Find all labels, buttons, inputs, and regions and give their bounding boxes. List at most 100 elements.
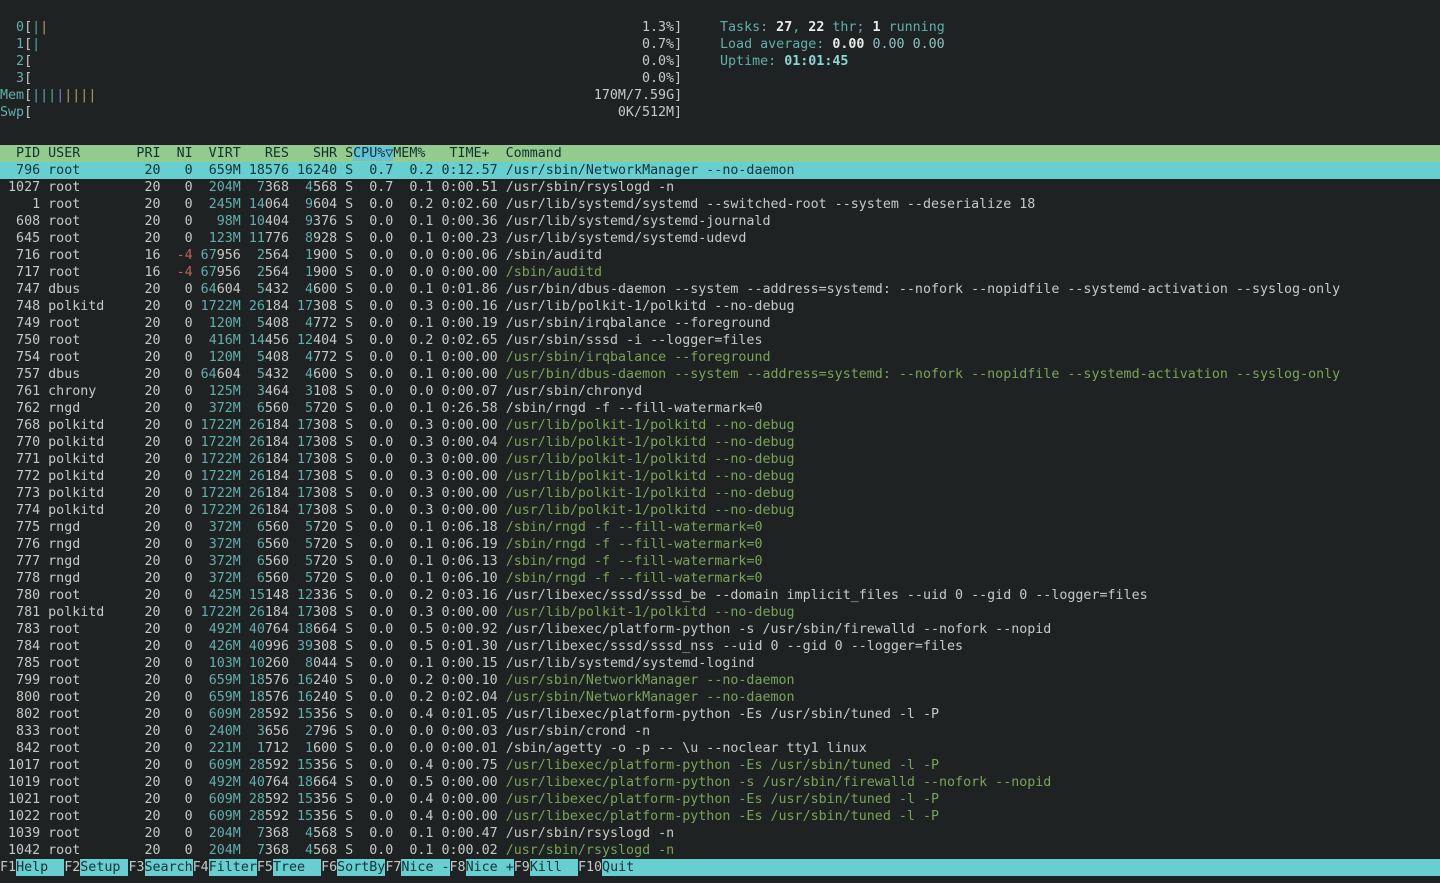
process-row-754[interactable]: 754 root 20 0 120M 5408 4772 S 0.0 0.1 0… [0,349,1440,366]
process-row-781[interactable]: 781 polkitd 20 0 1722M 26184 17308 S 0.0… [0,604,1440,621]
process-row-784[interactable]: 784 root 20 0 426M 40996 39308 S 0.0 0.5… [0,638,1440,655]
gap [498,758,506,773]
fn-nice--button[interactable]: Nice + [466,859,514,876]
column-header-time[interactable]: TIME+ [433,146,497,161]
gap [498,401,506,416]
fnkey-f1-label[interactable]: F1 [0,859,16,876]
res-cell: 7 [257,180,265,195]
column-header-virt[interactable]: VIRT [193,146,241,161]
fn-quit-button[interactable]: Quit [602,859,1440,876]
fn-tree-button[interactable]: Tree [273,859,321,876]
process-row-778[interactable]: 778 rngd 20 0 372M 6560 5720 S 0.0 0.1 0… [0,570,1440,587]
process-row-1021[interactable]: 1021 root 20 0 609M 28592 15356 S 0.0 0.… [0,791,1440,808]
fn-filter-button[interactable]: Filter [209,859,257,876]
fnkey-f10-label[interactable]: F10 [578,859,602,876]
process-row-750[interactable]: 750 root 20 0 416M 14456 12404 S 0.0 0.2… [0,332,1440,349]
process-row-842[interactable]: 842 root 20 0 221M 1712 1600 S 0.0 0.0 0… [0,740,1440,757]
process-row-775[interactable]: 775 rngd 20 0 372M 6560 5720 S 0.0 0.1 0… [0,519,1440,536]
process-row-1022[interactable]: 1022 root 20 0 609M 28592 15356 S 0.0 0.… [0,808,1440,825]
fnkey-f9-label[interactable]: F9 [514,859,530,876]
process-row-773[interactable]: 773 polkitd 20 0 1722M 26184 17308 S 0.0… [0,485,1440,502]
cpu-percent-cell: 0.0 [353,571,393,586]
fn-kill-button[interactable]: Kill [530,859,578,876]
system-info-panel: Tasks: 27, 22 thr; 1 runningLoad average… [720,19,945,70]
meter-label: Swp [0,105,24,120]
process-row-1039[interactable]: 1039 root 20 0 204M 7368 4568 S 0.0 0.1 … [0,825,1440,842]
fnkey-f6-label[interactable]: F6 [321,859,337,876]
column-header-shr[interactable]: SHR [289,146,337,161]
process-row-777[interactable]: 777 rngd 20 0 372M 6560 5720 S 0.0 0.1 0… [0,553,1440,570]
fnkey-f7-label[interactable]: F7 [385,859,401,876]
fn-search-button[interactable]: Search [145,859,193,876]
process-row-1019[interactable]: 1019 root 20 0 492M 40764 18664 S 0.0 0.… [0,774,1440,791]
process-row-774[interactable]: 774 polkitd 20 0 1722M 26184 17308 S 0.0… [0,502,1440,519]
process-row-1017[interactable]: 1017 root 20 0 609M 28592 15356 S 0.0 0.… [0,757,1440,774]
process-row-783[interactable]: 783 root 20 0 492M 40764 18664 S 0.0 0.5… [0,621,1440,638]
fnkey-f8-label[interactable]: F8 [450,859,466,876]
process-row-799[interactable]: 799 root 20 0 659M 18576 16240 S 0.0 0.2… [0,672,1440,689]
process-row-776[interactable]: 776 rngd 20 0 372M 6560 5720 S 0.0 0.1 0… [0,536,1440,553]
column-header-res[interactable]: RES [241,146,289,161]
priority-cell: 20 [128,333,160,348]
process-row-796[interactable]: 796 root 20 0 659M 18576 16240 S 0.7 0.2… [0,162,1440,179]
res-cell [241,418,249,433]
meter-bracket-close: ] [674,71,682,86]
virt-cell: 372M [209,537,241,552]
nice-cell: 0 [161,707,193,722]
time-cell: 0:00.00 [433,367,497,382]
process-row-780[interactable]: 780 root 20 0 425M 15148 12336 S 0.0 0.2… [0,587,1440,604]
fn-nice--button[interactable]: Nice - [401,859,449,876]
process-row-1042[interactable]: 1042 root 20 0 204M 7368 4568 S 0.0 0.1 … [0,842,1440,859]
fnkey-f2-label[interactable]: F2 [64,859,80,876]
meter-label: 0 [0,20,24,35]
fn-help-button[interactable]: Help [16,859,64,876]
mem-percent-cell: 0.1 [393,537,433,552]
process-row-747[interactable]: 747 dbus 20 0 64604 5432 4600 S 0.0 0.1 … [0,281,1440,298]
pid-cell: 1019 [0,775,48,790]
process-row-761[interactable]: 761 chrony 20 0 125M 3464 3108 S 0.0 0.0… [0,383,1440,400]
column-header-pid[interactable]: PID [0,146,48,161]
column-header-command[interactable]: Command [498,146,562,161]
res-cell: 184 [265,299,289,314]
time-cell: 0:02.65 [433,333,497,348]
virt-cell: 425M [209,588,241,603]
process-row-771[interactable]: 771 polkitd 20 0 1722M 26184 17308 S 0.0… [0,451,1440,468]
process-row-772[interactable]: 772 polkitd 20 0 1722M 26184 17308 S 0.0… [0,468,1440,485]
process-row-749[interactable]: 749 root 20 0 120M 5408 4772 S 0.0 0.1 0… [0,315,1440,332]
fnkey-f5-label[interactable]: F5 [257,859,273,876]
process-row-768[interactable]: 768 polkitd 20 0 1722M 26184 17308 S 0.0… [0,417,1440,434]
fn-sortby-button[interactable]: SortBy [337,859,385,876]
meter-label: Mem [0,88,24,103]
fnkey-f4-label[interactable]: F4 [193,859,209,876]
process-row-748[interactable]: 748 polkitd 20 0 1722M 26184 17308 S 0.0… [0,298,1440,315]
process-row-1[interactable]: 1 root 20 0 245M 14064 9604 S 0.0 0.2 0:… [0,196,1440,213]
column-header-user[interactable]: USER [48,146,128,161]
column-header-mem[interactable]: MEM% [393,146,433,161]
nice-cell: 0 [161,622,193,637]
column-header-state[interactable]: S [337,146,353,161]
virt-cell: 120M [209,316,241,331]
mem-percent-cell: 0.4 [393,809,433,824]
process-row-785[interactable]: 785 root 20 0 103M 10260 8044 S 0.0 0.1 … [0,655,1440,672]
process-row-717[interactable]: 717 root 16 -4 67956 2564 1900 S 0.0 0.0… [0,264,1440,281]
process-row-770[interactable]: 770 polkitd 20 0 1722M 26184 17308 S 0.0… [0,434,1440,451]
process-row-645[interactable]: 645 root 20 0 123M 11776 8928 S 0.0 0.1 … [0,230,1440,247]
virt-cell: 1722M [201,299,241,314]
command-cell: /usr/lib/polkit-1/polkitd --no-debug [506,605,795,620]
column-header-pri[interactable]: PRI [128,146,160,161]
cpu-percent-cell: 0.0 [353,554,393,569]
process-row-833[interactable]: 833 root 20 0 240M 3656 2796 S 0.0 0.0 0… [0,723,1440,740]
process-row-1027[interactable]: 1027 root 20 0 204M 7368 4568 S 0.7 0.1 … [0,179,1440,196]
process-row-800[interactable]: 800 root 20 0 659M 18576 16240 S 0.0 0.2… [0,689,1440,706]
process-row-757[interactable]: 757 dbus 20 0 64604 5432 4600 S 0.0 0.1 … [0,366,1440,383]
column-header-ni[interactable]: NI [161,146,193,161]
virt-cell: 609M [209,707,241,722]
process-row-802[interactable]: 802 root 20 0 609M 28592 15356 S 0.0 0.4… [0,706,1440,723]
fn-setup-button[interactable]: Setup [80,859,128,876]
column-header-cpu[interactable]: CPU%▽ [353,146,393,161]
process-row-608[interactable]: 608 root 20 0 98M 10404 9376 S 0.0 0.1 0… [0,213,1440,230]
fnkey-f3-label[interactable]: F3 [128,859,144,876]
shr-cell: 308 [313,605,337,620]
process-row-716[interactable]: 716 root 16 -4 67956 2564 1900 S 0.0 0.0… [0,247,1440,264]
process-row-762[interactable]: 762 rngd 20 0 372M 6560 5720 S 0.0 0.1 0… [0,400,1440,417]
